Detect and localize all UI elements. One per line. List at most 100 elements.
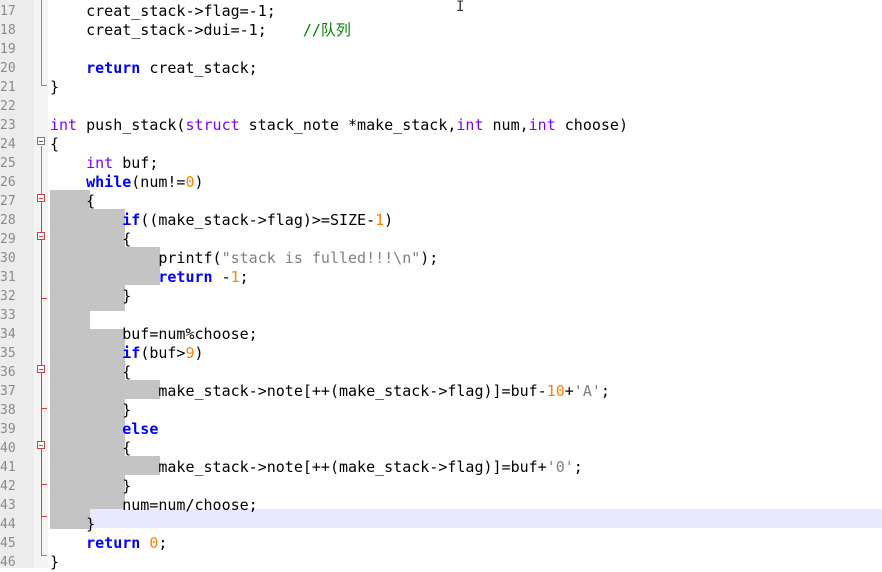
code-text[interactable]: { [50, 439, 131, 458]
code-text[interactable]: { [50, 135, 59, 154]
code-text[interactable]: if(buf>9) [50, 344, 203, 363]
code-line[interactable]: 44 } [0, 515, 882, 534]
code-text[interactable]: } [50, 477, 131, 496]
fold-end-marker-active [41, 516, 47, 517]
code-text[interactable]: num=num/choose; [50, 496, 258, 515]
code-token: creat_stack; [140, 59, 258, 77]
code-line[interactable]: 33 [0, 306, 882, 325]
code-text[interactable]: { [50, 192, 95, 211]
code-text[interactable]: return 0; [50, 534, 167, 553]
code-text[interactable]: } [50, 287, 131, 306]
code-line[interactable]: 31 return -1; [0, 268, 882, 287]
fold-collapse-icon[interactable] [37, 441, 45, 449]
code-line[interactable]: 25 int buf; [0, 154, 882, 173]
code-line[interactable]: 28 if((make_stack->flag)>=SIZE-1) [0, 211, 882, 230]
code-token: { [50, 363, 132, 381]
code-text[interactable]: int buf; [50, 154, 158, 173]
code-text[interactable]: return creat_stack; [50, 59, 258, 78]
code-token: 0 [185, 173, 195, 191]
code-line[interactable]: 36 { [0, 363, 882, 382]
code-line[interactable]: 24 { [0, 135, 882, 154]
line-number: 22 [0, 99, 16, 114]
code-text[interactable]: { [50, 363, 131, 382]
line-number: 29 [0, 232, 16, 247]
line-number: 26 [0, 175, 16, 190]
line-number: 20 [0, 61, 16, 76]
code-text[interactable]: if((make_stack->flag)>=SIZE-1) [50, 211, 393, 230]
code-line[interactable]: 45 return 0; [0, 534, 882, 553]
code-text[interactable]: } [50, 401, 131, 420]
code-line[interactable]: 38 } [0, 401, 882, 420]
code-token: (num!= [131, 173, 186, 191]
code-token: } [50, 401, 132, 419]
code-token: int [456, 116, 484, 134]
code-token: ; [573, 458, 583, 476]
code-line[interactable]: 22 [0, 97, 882, 116]
fold-collapse-icon[interactable] [37, 137, 45, 145]
code-text[interactable]: buf=num%choose; [50, 325, 257, 344]
code-line[interactable]: 32 } [0, 287, 882, 306]
code-text[interactable]: } [50, 515, 95, 534]
code-text[interactable]: { [50, 230, 131, 249]
code-line[interactable]: 41 make_stack->note[++(make_stack->flag)… [0, 458, 882, 477]
line-number: 23 [0, 118, 16, 133]
code-line[interactable]: 27 { [0, 192, 882, 211]
code-token: struct [185, 116, 240, 134]
fold-end-marker-active [41, 408, 47, 409]
code-line[interactable]: 43 num=num/choose; [0, 496, 882, 515]
code-line[interactable]: 39 else [0, 420, 882, 439]
code-line[interactable]: 20 return creat_stack; [0, 59, 882, 78]
code-token: if [122, 344, 141, 362]
line-number: 21 [0, 80, 16, 95]
code-line[interactable]: 21} [0, 78, 882, 97]
code-text[interactable]: make_stack->note[++(make_stack->flag)]=b… [50, 382, 610, 401]
code-text[interactable]: } [50, 553, 59, 572]
text-cursor-icon: I [456, 0, 465, 15]
line-number: 38 [0, 403, 16, 418]
code-line[interactable]: 30 printf("stack is fulled!!!\n"); [0, 249, 882, 268]
fold-collapse-icon[interactable] [37, 232, 45, 240]
code-text[interactable]: int push_stack(struct stack_note *make_s… [50, 116, 628, 135]
code-text[interactable]: } [50, 78, 59, 97]
code-text[interactable]: else [50, 420, 158, 439]
code-line[interactable]: 34 buf=num%choose; [0, 325, 882, 344]
line-number: 17 [0, 4, 16, 19]
code-line[interactable]: 40 { [0, 439, 882, 458]
code-token: } [50, 287, 132, 305]
code-line[interactable]: 37 make_stack->note[++(make_stack->flag)… [0, 382, 882, 401]
code-token: } [50, 477, 132, 495]
code-line[interactable]: 17 creat_stack->flag=-1; [0, 2, 882, 21]
fold-collapse-icon[interactable] [37, 194, 45, 202]
code-token: 9 [185, 344, 195, 362]
code-line[interactable]: 46} [0, 553, 882, 572]
code-text[interactable]: creat_stack->flag=-1; [50, 2, 276, 21]
code-line[interactable]: 18 creat_stack->dui=-1; //队列 [0, 21, 882, 40]
code-line[interactable]: 35 if(buf>9) [0, 344, 882, 363]
code-text[interactable]: return -1; [50, 268, 248, 287]
code-text[interactable]: while(num!=0) [50, 173, 204, 192]
code-token: (buf> [140, 344, 186, 362]
code-text[interactable]: printf("stack is fulled!!!\n"); [50, 249, 438, 268]
code-text[interactable]: creat_stack->dui=-1; //队列 [50, 21, 351, 40]
fold-end-marker [41, 85, 47, 86]
code-token: '0' [546, 458, 574, 476]
code-token: num=num/choose; [50, 496, 258, 514]
code-text[interactable]: make_stack->note[++(make_stack->flag)]=b… [50, 458, 583, 477]
line-number: 27 [0, 194, 16, 209]
line-number: 39 [0, 422, 16, 437]
code-token: ) [194, 173, 204, 191]
code-line[interactable]: 19 [0, 40, 882, 59]
code-line[interactable]: 23 int push_stack(struct stack_note *make… [0, 116, 882, 135]
fold-collapse-icon[interactable] [37, 365, 45, 373]
code-line[interactable]: 29 { [0, 230, 882, 249]
code-token: } [50, 553, 60, 571]
code-line[interactable]: 42 } [0, 477, 882, 496]
line-number: 37 [0, 384, 16, 399]
code-token: 1 [375, 211, 385, 229]
code-line[interactable]: 26 while(num!=0) [0, 173, 882, 192]
